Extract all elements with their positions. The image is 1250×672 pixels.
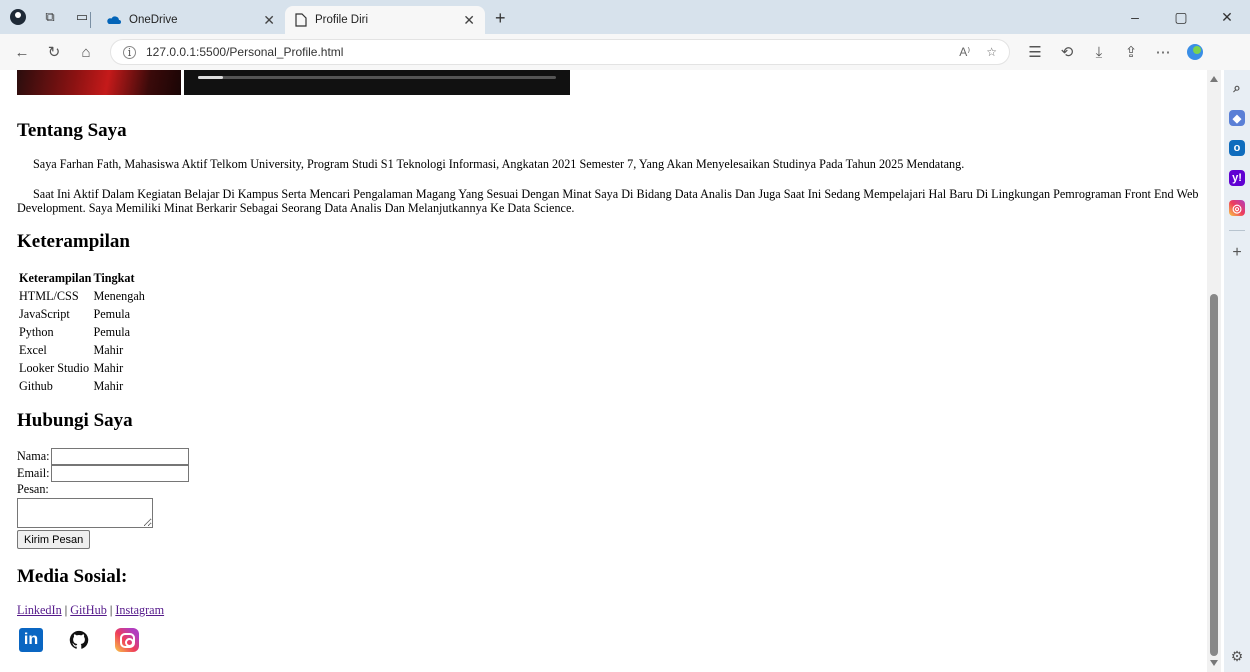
about-heading: Tentang Saya [17, 120, 127, 141]
video-player[interactable] [184, 70, 570, 95]
instagram-sidebar-icon[interactable]: ◎ [1229, 200, 1245, 216]
scrollbar-thumb[interactable] [1210, 294, 1218, 656]
table-row: Github Mahir [19, 377, 145, 395]
window-controls: – ▢ ✕ [1112, 0, 1250, 34]
restore-icon[interactable]: ▢ [1158, 9, 1204, 26]
table-row: Looker Studio Mahir [19, 359, 145, 377]
send-message-button[interactable]: Kirim Pesan [17, 530, 91, 549]
tab-profile-diri[interactable]: Profile Diri ✕ [285, 6, 485, 34]
scroll-up-arrow-icon[interactable] [1210, 76, 1218, 82]
copilot-icon[interactable] [1180, 38, 1210, 66]
close-tab-icon[interactable]: ✕ [263, 12, 275, 29]
video-progress-track[interactable] [198, 76, 556, 79]
home-icon[interactable]: ⌂ [72, 38, 100, 66]
github-link[interactable]: GitHub [70, 603, 107, 617]
table-row: HTML/CSS Menengah [19, 287, 145, 305]
copilot-logo-icon [1187, 44, 1203, 60]
more-menu-icon[interactable]: ⋯ [1148, 38, 1178, 66]
linkedin-link[interactable]: LinkedIn [17, 603, 62, 617]
instagram-link[interactable]: Instagram [115, 603, 164, 617]
back-icon[interactable]: ← [8, 38, 36, 66]
skill-name: Python [19, 324, 54, 339]
contact-heading: Hubungi Saya [17, 410, 133, 431]
downloads-icon[interactable]: ⤓ [1084, 38, 1114, 66]
outlook-icon[interactable]: o [1229, 140, 1245, 156]
message-textarea[interactable] [17, 498, 153, 528]
profile-photo [17, 70, 181, 95]
browser-tab-bar: ⧉ ▭ OneDrive ✕ Profile Diri ✕ + – ▢ ✕ [0, 0, 1250, 34]
shopping-icon[interactable]: ◆ [1229, 110, 1245, 126]
social-icons: in [17, 626, 141, 654]
about-paragraph-1: Saya Farhan Fath, Mahasiswa Aktif Telkom… [33, 157, 965, 171]
skill-name: JavaScript [19, 306, 70, 321]
skills-table: Keterampilan Tingkat HTML/CSS Menengah Ja… [17, 269, 147, 395]
favorite-star-icon[interactable]: ☆ [986, 45, 997, 59]
skills-heading: Keterampilan [17, 231, 130, 252]
search-icon[interactable]: ⌕ [1229, 80, 1245, 96]
scroll-down-arrow-icon[interactable] [1210, 660, 1218, 666]
table-row: Python Pemula [19, 323, 145, 341]
history-icon[interactable]: ⟲ [1052, 38, 1082, 66]
url-text: 127.0.0.1:5500/Personal_Profile.html [146, 45, 344, 59]
edge-sidebar: ⌕ ◆ o y! ◎ + ⚙ [1224, 70, 1250, 672]
site-info-icon[interactable]: i [123, 45, 136, 59]
tab-actions-icon[interactable]: ▭ [74, 9, 90, 25]
column-header: Keterampilan [19, 270, 92, 285]
link-separator: | [61, 603, 71, 617]
message-label: Pesan: [17, 482, 49, 496]
yahoo-icon[interactable]: y! [1229, 170, 1245, 186]
skill-level: Mahir [93, 342, 124, 357]
minimize-icon[interactable]: – [1112, 9, 1158, 25]
contact-form: Nama: Email: Pesan: Kirim Pesan [17, 448, 189, 549]
favorites-icon[interactable]: ☰ [1020, 38, 1050, 66]
refresh-icon[interactable]: ↻ [40, 38, 68, 66]
skill-level: Mahir [93, 378, 124, 393]
tab-separator [90, 12, 91, 28]
github-icon[interactable] [65, 626, 93, 654]
skill-level: Mahir [93, 360, 124, 375]
address-input[interactable]: i 127.0.0.1:5500/Personal_Profile.html A… [110, 39, 1010, 65]
address-bar-row: ← ↻ ⌂ i 127.0.0.1:5500/Personal_Profile.… [0, 34, 1250, 70]
skill-name: Looker Studio [19, 360, 90, 375]
social-links: LinkedIn | GitHub | Instagram [17, 603, 164, 618]
instagram-icon[interactable] [113, 626, 141, 654]
table-row: JavaScript Pemula [19, 305, 145, 323]
skill-level: Pemula [93, 324, 130, 339]
table-header-row: Keterampilan Tingkat [19, 269, 145, 287]
column-header: Tingkat [93, 270, 135, 285]
media-strip [17, 70, 570, 95]
skill-name: HTML/CSS [19, 288, 79, 303]
vertical-scrollbar[interactable] [1207, 70, 1221, 672]
skill-name: Excel [19, 342, 47, 357]
table-row: Excel Mahir [19, 341, 145, 359]
new-tab-icon[interactable]: + [495, 8, 506, 29]
social-heading: Media Sosial: [17, 566, 128, 587]
tab-title: OneDrive [129, 14, 178, 26]
page-content: Tentang Saya Saya Farhan Fath, Mahasiswa… [0, 70, 1207, 672]
close-tab-icon[interactable]: ✕ [463, 12, 475, 29]
skill-level: Pemula [93, 306, 130, 321]
page-icon [295, 13, 307, 27]
email-label: Email: [17, 466, 50, 480]
linkedin-icon[interactable]: in [17, 626, 45, 654]
add-app-icon[interactable]: + [1229, 244, 1245, 261]
email-input[interactable] [50, 465, 189, 482]
share-icon[interactable]: ⇪ [1116, 38, 1146, 66]
onedrive-cloud-icon [107, 16, 121, 24]
skill-level: Menengah [93, 288, 145, 303]
close-window-icon[interactable]: ✕ [1204, 9, 1250, 26]
workspaces-icon[interactable]: ⧉ [42, 9, 58, 25]
tab-onedrive[interactable]: OneDrive ✕ [95, 6, 285, 34]
sidebar-settings-icon[interactable]: ⚙ [1229, 648, 1245, 664]
about-paragraph-2: Saat Ini Aktif Dalam Kegiatan Belajar Di… [17, 187, 1199, 215]
name-label: Nama: [17, 449, 50, 463]
read-aloud-icon[interactable]: A⁾ [959, 45, 970, 59]
skill-name: Github [19, 378, 53, 393]
tab-title: Profile Diri [315, 14, 369, 26]
name-input[interactable] [50, 448, 189, 465]
profile-avatar-icon[interactable] [10, 9, 26, 25]
video-progress-bar [198, 76, 224, 79]
sidebar-divider [1229, 230, 1245, 231]
